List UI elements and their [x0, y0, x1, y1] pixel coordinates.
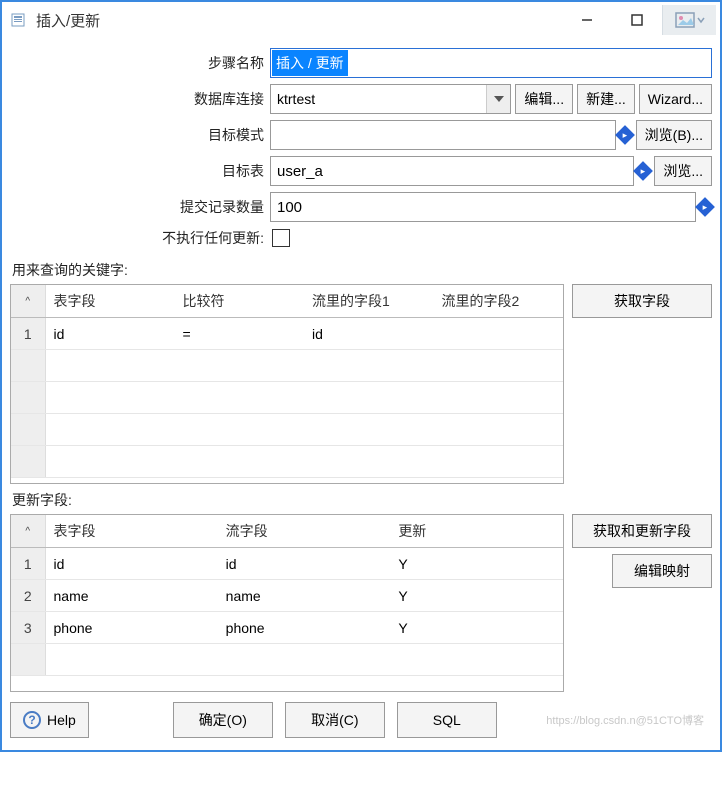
- col-comparator: 比较符: [175, 285, 305, 318]
- variable-icon: [615, 125, 635, 145]
- commit-count-input[interactable]: [270, 192, 696, 222]
- watermark: https://blog.csdn.n@51CTO博客: [546, 712, 712, 728]
- target-schema-label: 目标模式: [10, 125, 270, 145]
- dialog-window: 插入/更新 步骤名称 插入 / 更新 数据库连接 ktrtest 编辑... 新…: [0, 0, 722, 752]
- dialog-footer: ? Help 确定(O) 取消(C) SQL https://blog.csdn…: [2, 692, 720, 750]
- variable-icon: [633, 161, 653, 181]
- db-connection-label: 数据库连接: [10, 89, 270, 109]
- sql-button[interactable]: SQL: [397, 702, 497, 738]
- cancel-button[interactable]: 取消(C): [285, 702, 385, 738]
- corner-cell: ^: [11, 515, 45, 548]
- db-connection-select[interactable]: ktrtest: [270, 84, 511, 114]
- variable-icon: [695, 197, 715, 217]
- target-schema-input[interactable]: [270, 120, 616, 150]
- corner-cell: ^: [11, 285, 45, 318]
- no-update-checkbox[interactable]: [272, 229, 290, 247]
- step-name-input[interactable]: 插入 / 更新: [270, 48, 712, 78]
- get-fields-button[interactable]: 获取字段: [572, 284, 712, 318]
- col-table-field: 表字段: [45, 515, 218, 548]
- col-stream1: 流里的字段1: [304, 285, 434, 318]
- picture-button[interactable]: [662, 5, 716, 35]
- help-button[interactable]: ? Help: [10, 702, 89, 738]
- wizard-button[interactable]: Wizard...: [639, 84, 712, 114]
- table-row[interactable]: 1id=id: [11, 318, 563, 350]
- edit-connection-button[interactable]: 编辑...: [515, 84, 573, 114]
- lookup-table[interactable]: ^ 表字段 比较符 流里的字段1 流里的字段2 1id=id....: [10, 284, 564, 484]
- browse-schema-button[interactable]: 浏览(B)...: [636, 120, 712, 150]
- target-table-label: 目标表: [10, 161, 270, 181]
- new-connection-button[interactable]: 新建...: [577, 84, 635, 114]
- table-row[interactable]: 1ididY: [11, 548, 563, 580]
- update-table[interactable]: ^ 表字段 流字段 更新 1ididY2namenameY3phonephone…: [10, 514, 564, 692]
- table-row[interactable]: 2namenameY: [11, 580, 563, 612]
- chevron-down-icon: [486, 85, 510, 113]
- update-section-label: 更新字段:: [10, 484, 712, 514]
- no-update-label: 不执行任何更新:: [10, 228, 270, 248]
- get-update-fields-button[interactable]: 获取和更新字段: [572, 514, 712, 548]
- minimize-button[interactable]: [562, 5, 612, 35]
- window-title: 插入/更新: [36, 10, 562, 31]
- commit-count-label: 提交记录数量: [10, 197, 270, 217]
- dialog-content: 步骤名称 插入 / 更新 数据库连接 ktrtest 编辑... 新建... W…: [2, 38, 720, 692]
- app-icon: [10, 11, 28, 29]
- step-name-label: 步骤名称: [10, 53, 270, 73]
- col-stream-field: 流字段: [218, 515, 391, 548]
- ok-button[interactable]: 确定(O): [173, 702, 273, 738]
- titlebar: 插入/更新: [2, 2, 720, 38]
- edit-mapping-button[interactable]: 编辑映射: [612, 554, 712, 588]
- help-icon: ?: [23, 711, 41, 729]
- col-update: 更新: [390, 515, 563, 548]
- table-row[interactable]: 3phonephoneY: [11, 612, 563, 644]
- browse-table-button[interactable]: 浏览...: [654, 156, 712, 186]
- col-stream2: 流里的字段2: [434, 285, 564, 318]
- target-table-input[interactable]: [270, 156, 634, 186]
- maximize-button[interactable]: [612, 5, 662, 35]
- lookup-section-label: 用来查询的关键字:: [10, 254, 712, 284]
- col-table-field: 表字段: [45, 285, 175, 318]
